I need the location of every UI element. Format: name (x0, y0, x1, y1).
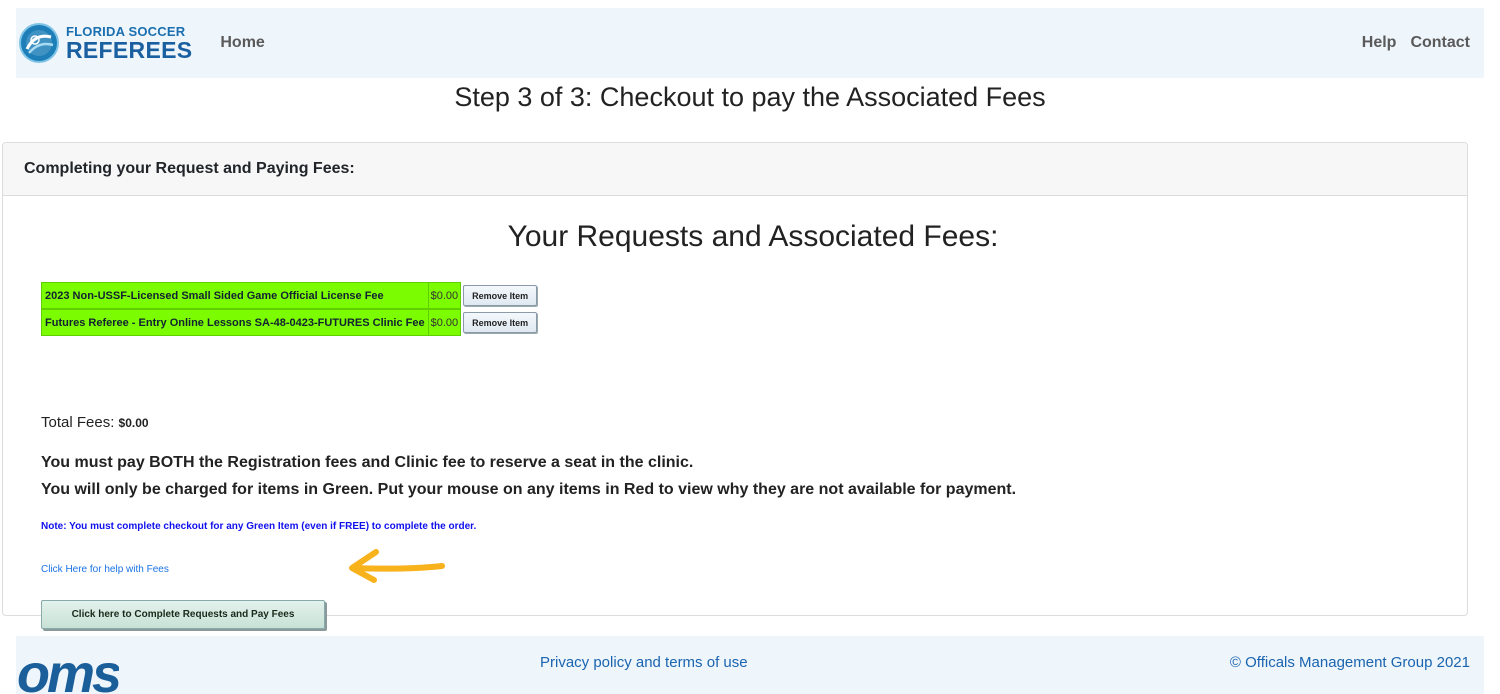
brand-line-1: FLORIDA SOCCER (66, 23, 186, 39)
card-header: Completing your Request and Paying Fees: (3, 143, 1467, 196)
page-title: Step 3 of 3: Checkout to pay the Associa… (454, 82, 1046, 112)
remove-item-button[interactable]: Remove Item (463, 285, 538, 306)
complete-and-pay-button[interactable]: Click here to Complete Requests and Pay … (41, 600, 325, 629)
checkout-card: Completing your Request and Paying Fees:… (2, 142, 1468, 629)
requests-title: Your Requests and Associated Fees: (507, 220, 999, 253)
privacy-policy-link[interactable]: Privacy policy and terms of use (540, 654, 748, 671)
nav-right-links: Help Contact (1362, 34, 1470, 52)
checkout-note: Note: You must complete checkout for any… (41, 521, 477, 532)
nav-home-link[interactable]: Home (220, 34, 264, 52)
total-fees-label: Total Fees: (41, 414, 115, 431)
copyright-text: © Officals Management Group 2021 (1229, 654, 1470, 671)
top-navbar: FLORIDA SOCCER REFEREES Home Help Contac… (16, 8, 1484, 78)
fee-row: Futures Referee - Entry Online Lessons S… (41, 309, 538, 336)
nav-help-link[interactable]: Help (1362, 34, 1397, 52)
notice-pay-both: You must pay BOTH the Registration fees … (41, 454, 694, 471)
nav-contact-link[interactable]: Contact (1410, 34, 1470, 52)
oms-logo: oms (17, 654, 120, 694)
fee-item-price: $0.00 (428, 282, 462, 309)
fee-row: 2023 Non-USSF-Licensed Small Sided Game … (41, 282, 538, 309)
footer: oms Privacy policy and terms of use © Of… (16, 636, 1484, 694)
remove-item-button[interactable]: Remove Item (463, 312, 538, 333)
notice-green-items: You will only be charged for items in Gr… (41, 481, 1017, 498)
fees-help-link[interactable]: Click Here for help with Fees (41, 564, 169, 575)
referee-whistle-badge-icon (19, 23, 59, 63)
fee-item-price: $0.00 (428, 309, 462, 336)
total-fees: Total Fees: $0.00 (41, 414, 149, 431)
brand-line-2: REFEREES (66, 36, 193, 63)
fee-item-name: Futures Referee - Entry Online Lessons S… (41, 309, 429, 336)
brand-logo[interactable]: FLORIDA SOCCER REFEREES (19, 23, 192, 63)
fee-item-name: 2023 Non-USSF-Licensed Small Sided Game … (41, 282, 429, 309)
arrow-left-icon (346, 544, 446, 591)
total-fees-value: $0.00 (118, 416, 149, 430)
fees-table: 2023 Non-USSF-Licensed Small Sided Game … (41, 282, 538, 336)
